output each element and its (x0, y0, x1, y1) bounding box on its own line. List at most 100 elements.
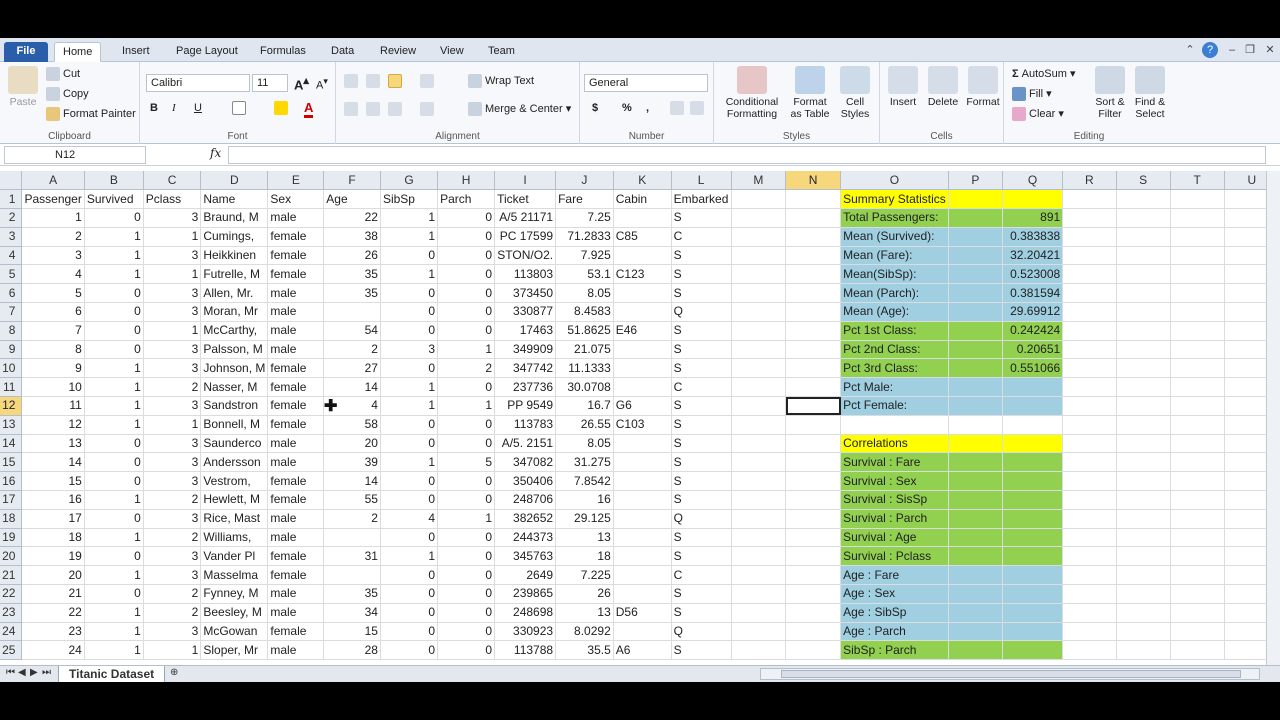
tab-insert[interactable]: Insert (114, 42, 158, 62)
cell-e21[interactable]: female (267, 565, 325, 586)
wrap-text-button[interactable]: Wrap Text (468, 74, 534, 88)
cell-q7[interactable]: 29.69912 (1002, 302, 1064, 322)
cell-q19[interactable] (1002, 528, 1064, 548)
cell-f22[interactable]: 35 (323, 584, 381, 604)
cell-c25[interactable]: 1 (143, 640, 202, 661)
cell-s1[interactable] (1116, 189, 1171, 210)
horizontal-scrollbar[interactable] (760, 668, 1260, 680)
align-top-icon[interactable] (344, 74, 361, 88)
cell-h17[interactable]: 0 (437, 490, 496, 510)
cell-c6[interactable]: 3 (143, 283, 202, 304)
cell-p3[interactable] (948, 227, 1003, 247)
cell-g7[interactable]: 0 (380, 302, 439, 322)
cell-s19[interactable] (1116, 528, 1171, 548)
cell-m16[interactable] (731, 471, 787, 492)
cell-b20[interactable]: 0 (84, 546, 144, 567)
autosum-button[interactable]: Σ AutoSum ▾ (1012, 67, 1076, 80)
cell-d2[interactable]: Braund, M (200, 208, 269, 228)
row-header[interactable]: 16 (0, 471, 23, 492)
cell-n14[interactable] (785, 434, 842, 454)
number-format-combo[interactable]: General (584, 74, 708, 92)
close-icon[interactable]: ✕ (1262, 42, 1278, 58)
cell-j12[interactable]: 16.7 (555, 396, 614, 416)
cell-m23[interactable] (731, 603, 787, 623)
cell-k7[interactable] (613, 302, 672, 322)
cell-f23[interactable]: 34 (323, 603, 381, 623)
column-header-n[interactable]: N (785, 171, 842, 191)
cell-d19[interactable]: Williams, (200, 528, 269, 548)
cell-n8[interactable] (785, 321, 842, 341)
cell-i21[interactable]: 2649 (494, 565, 557, 586)
cell-m12[interactable] (731, 396, 787, 416)
cell-d14[interactable]: Saunderco (200, 434, 269, 454)
format-as-table-button[interactable]: Format as Table (788, 66, 832, 120)
cell-t15[interactable] (1170, 452, 1225, 473)
cell-f18[interactable]: 2 (323, 509, 381, 529)
cell-a14[interactable]: 13 (21, 434, 85, 454)
cell-k8[interactable]: E46 (613, 321, 672, 341)
cell-a8[interactable]: 7 (21, 321, 85, 341)
row-header[interactable]: 1 (0, 189, 23, 210)
cell-q16[interactable] (1002, 471, 1064, 492)
merge-center-button[interactable]: Merge & Center ▾ (468, 102, 571, 117)
row-header[interactable]: 2 (0, 208, 23, 228)
cell-t21[interactable] (1170, 565, 1225, 586)
row-header[interactable]: 5 (0, 264, 23, 285)
cell-a11[interactable]: 10 (21, 377, 85, 398)
tab-file[interactable]: File (4, 42, 48, 62)
cell-k22[interactable] (613, 584, 672, 604)
cell-g8[interactable]: 0 (380, 321, 439, 341)
cell-l14[interactable]: S (671, 434, 732, 454)
cell-t12[interactable] (1170, 396, 1225, 416)
row-header[interactable]: 9 (0, 340, 23, 360)
cell-h22[interactable]: 0 (437, 584, 496, 604)
cell-g6[interactable]: 0 (380, 283, 439, 304)
cell-h14[interactable]: 0 (437, 434, 496, 454)
cell-f25[interactable]: 28 (323, 640, 381, 661)
cell-b17[interactable]: 1 (84, 490, 144, 510)
cell-p4[interactable] (948, 246, 1003, 266)
cell-b13[interactable]: 1 (84, 415, 144, 435)
cell-b24[interactable]: 1 (84, 622, 144, 642)
cell-b6[interactable]: 0 (84, 283, 144, 304)
cell-n24[interactable] (785, 622, 842, 642)
column-header-e[interactable]: E (267, 171, 325, 191)
name-box[interactable]: N12 (4, 146, 146, 164)
cell-r7[interactable] (1062, 302, 1117, 322)
cell-s17[interactable] (1116, 490, 1171, 510)
cell-f15[interactable]: 39 (323, 452, 381, 473)
cell-o24[interactable]: Age : Parch (840, 622, 949, 642)
cell-e19[interactable]: male (267, 528, 325, 548)
cell-r8[interactable] (1062, 321, 1117, 341)
cell-c12[interactable]: 3 (143, 396, 202, 416)
cell-f8[interactable]: 54 (323, 321, 381, 341)
row-header[interactable]: 15 (0, 452, 23, 473)
cell-e7[interactable]: male (267, 302, 325, 322)
cell-a13[interactable]: 12 (21, 415, 85, 435)
cell-k14[interactable] (613, 434, 672, 454)
cell-j20[interactable]: 18 (555, 546, 614, 567)
cell-o18[interactable]: Survival : Parch (840, 509, 949, 529)
cell-f2[interactable]: 22 (323, 208, 381, 228)
cell-h21[interactable]: 0 (437, 565, 496, 586)
currency-button[interactable]: $ (592, 102, 598, 114)
row-header[interactable]: 11 (0, 377, 23, 398)
next-sheet-icon[interactable]: ▶ (30, 667, 38, 678)
cell-i23[interactable]: 248698 (494, 603, 557, 623)
cell-n2[interactable] (785, 208, 842, 228)
cell-m21[interactable] (731, 565, 787, 586)
cell-a18[interactable]: 17 (21, 509, 85, 529)
cell-n25[interactable] (785, 640, 842, 661)
cell-i9[interactable]: 349909 (494, 340, 557, 360)
cell-l13[interactable]: S (671, 415, 732, 435)
column-header-o[interactable]: O (840, 171, 949, 191)
cell-r12[interactable] (1062, 396, 1117, 416)
cell-a7[interactable]: 6 (21, 302, 85, 322)
cell-m20[interactable] (731, 546, 787, 567)
cell-t25[interactable] (1170, 640, 1225, 661)
cell-i25[interactable]: 113788 (494, 640, 557, 661)
cell-c8[interactable]: 1 (143, 321, 202, 341)
cut-button[interactable]: Cut (46, 67, 80, 81)
cell-p16[interactable] (948, 471, 1003, 492)
cell-k2[interactable] (613, 208, 672, 228)
